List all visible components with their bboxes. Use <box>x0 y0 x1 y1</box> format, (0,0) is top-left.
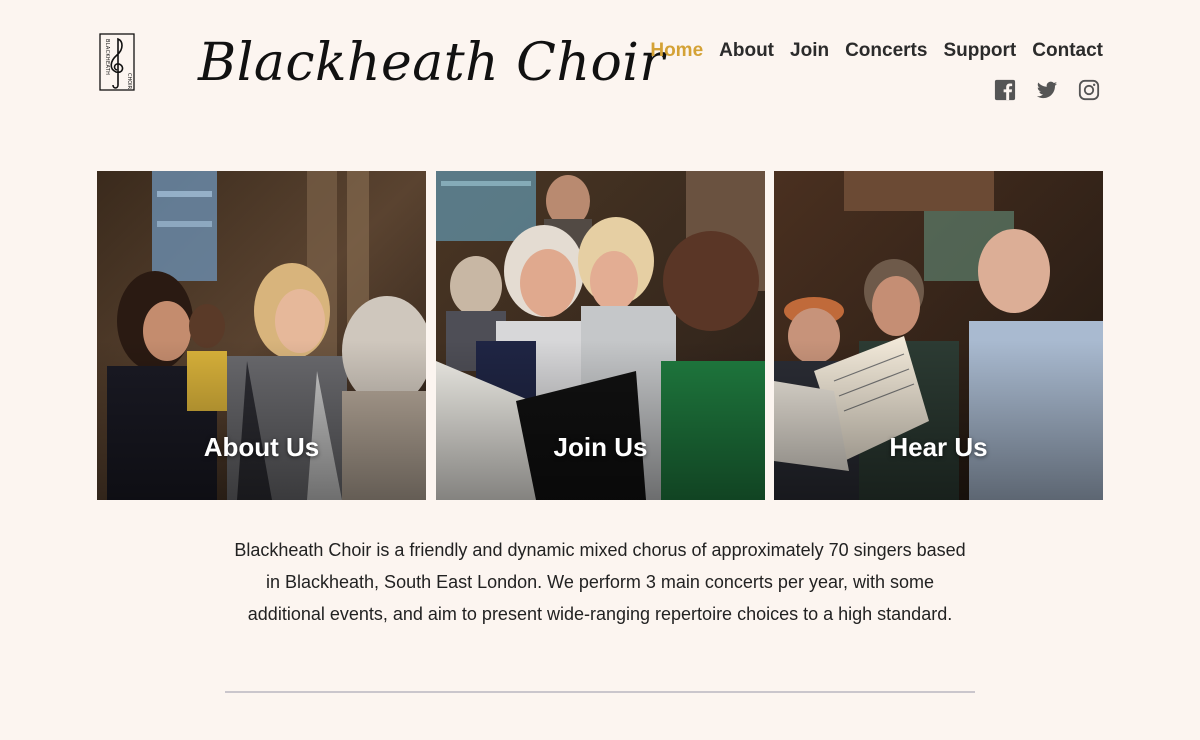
card-join-us[interactable]: Join Us <box>436 171 765 500</box>
feature-cards: About Us Join Us Hear Us <box>97 171 1103 500</box>
site-title[interactable]: Blackheath Choir <box>198 28 665 98</box>
card-shade <box>97 340 426 500</box>
choir-logo[interactable]: BLACKHEATH CHOIR <box>99 33 135 91</box>
nav-item-concerts[interactable]: Concerts <box>845 38 927 64</box>
page: BLACKHEATH CHOIR Blackheath Choir Home A… <box>0 0 1200 740</box>
card-label: Join Us <box>553 432 648 462</box>
nav-item-contact[interactable]: Contact <box>1032 38 1103 64</box>
intro-paragraph: Blackheath Choir is a friendly and dynam… <box>234 540 966 624</box>
svg-text:BLACKHEATH: BLACKHEATH <box>104 39 110 75</box>
card-label: About Us <box>203 432 320 462</box>
main-nav: Home About Join Concerts Support Contact <box>650 38 1103 64</box>
nav-item-about[interactable]: About <box>719 38 774 64</box>
nav-item-join[interactable]: Join <box>790 38 829 64</box>
card-shade <box>436 340 765 500</box>
svg-text:CHOIR: CHOIR <box>126 73 132 90</box>
social-links <box>994 79 1100 101</box>
instagram-icon[interactable] <box>1078 79 1100 101</box>
card-hear-us[interactable]: Hear Us <box>774 171 1103 500</box>
section-divider <box>225 691 975 693</box>
card-shade <box>774 340 1103 500</box>
nav-item-home[interactable]: Home <box>650 38 703 64</box>
facebook-icon[interactable] <box>994 79 1016 101</box>
twitter-icon[interactable] <box>1036 79 1058 101</box>
card-label: Hear Us <box>889 432 988 462</box>
nav-item-support[interactable]: Support <box>943 38 1016 64</box>
card-about-us[interactable]: About Us <box>97 171 426 500</box>
